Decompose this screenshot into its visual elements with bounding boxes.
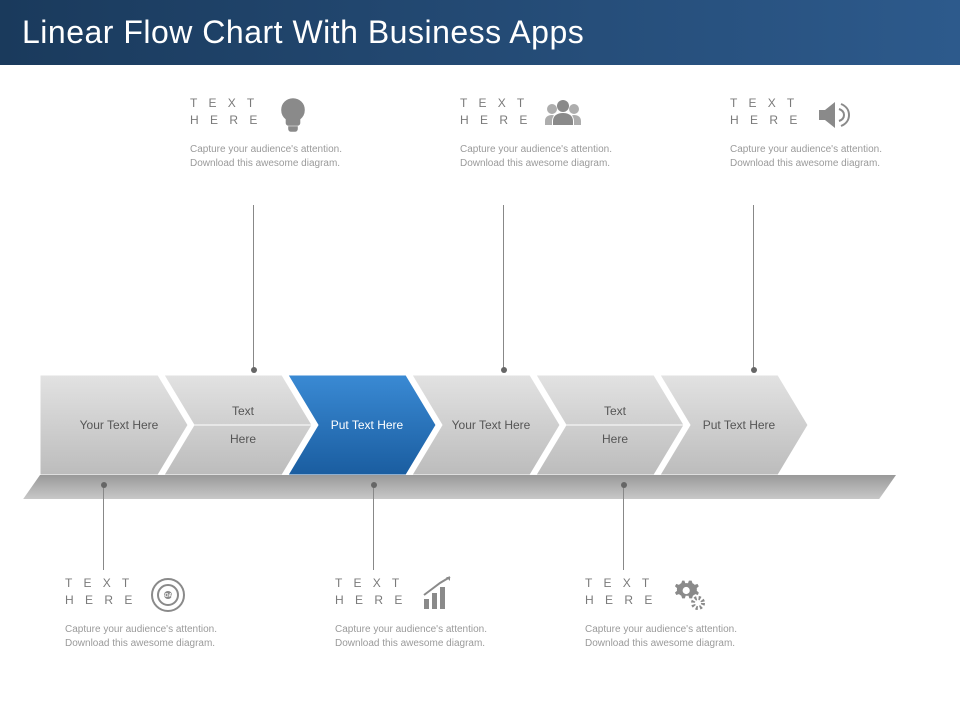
callout-desc: Capture your audience's attention. Downl… <box>730 143 915 171</box>
goal-icon: GOAL <box>148 575 188 615</box>
chevron-row: Your Text Here Text Here Put Text Here Yo… <box>40 375 920 495</box>
connector-line <box>373 485 374 570</box>
people-icon <box>543 95 583 135</box>
chart-icon <box>418 575 458 615</box>
speaker-icon <box>813 95 853 135</box>
bulb-icon <box>273 95 313 135</box>
callout-top-3: T E X T H E R E Capture your audience's … <box>730 95 915 171</box>
svg-text:GOAL: GOAL <box>161 593 175 599</box>
callout-label: H E R E <box>190 112 261 129</box>
diagram-canvas: T E X T H E R E Capture your audience's … <box>0 65 960 725</box>
callout-label: T E X T <box>460 95 531 112</box>
chevron-text: Your Text Here <box>80 418 159 432</box>
callout-label: T E X T <box>190 95 261 112</box>
callout-bottom-2: T E X T H E R E Capture your audience's … <box>335 575 520 651</box>
callout-desc: Capture your audience's attention. Downl… <box>460 143 645 171</box>
page-title: Linear Flow Chart With Business Apps <box>22 14 938 51</box>
callout-desc: Capture your audience's attention. Downl… <box>335 623 520 651</box>
gear-icon <box>668 575 708 615</box>
callout-bottom-3: T E X T H E R E Capture your audience's … <box>585 575 770 651</box>
callout-label: H E R E <box>335 592 406 609</box>
connector-line <box>753 205 754 370</box>
callout-label: T E X T <box>585 575 656 592</box>
connector-line <box>103 485 104 570</box>
chevron-text: Your Text Here <box>452 418 531 432</box>
callout-label: H E R E <box>585 592 656 609</box>
chevron-text: Put Text Here <box>331 418 403 432</box>
connector-line <box>253 205 254 370</box>
callout-label: T E X T <box>65 575 136 592</box>
connector-line <box>503 205 504 370</box>
chevron-text: Put Text Here <box>703 418 775 432</box>
connector-line <box>623 485 624 570</box>
title-bar: Linear Flow Chart With Business Apps <box>0 0 960 65</box>
chevron-text: Text <box>232 404 254 418</box>
chevron-text: Here <box>230 432 256 446</box>
callout-label: H E R E <box>460 112 531 129</box>
callout-top-2: T E X T H E R E Capture your audience's … <box>460 95 645 171</box>
chevron-text: Here <box>602 432 628 446</box>
callout-label: H E R E <box>65 592 136 609</box>
callout-desc: Capture your audience's attention. Downl… <box>65 623 250 651</box>
callout-label: T E X T <box>335 575 406 592</box>
callout-label: H E R E <box>730 112 801 129</box>
chevron-text: Text <box>604 404 626 418</box>
chevron-6: Put Text Here <box>660 375 808 475</box>
callout-desc: Capture your audience's attention. Downl… <box>585 623 770 651</box>
callout-top-1: T E X T H E R E Capture your audience's … <box>190 95 375 171</box>
callout-desc: Capture your audience's attention. Downl… <box>190 143 375 171</box>
callout-label: T E X T <box>730 95 801 112</box>
callout-bottom-1: T E X T H E R E GOAL Capture your audien… <box>65 575 250 651</box>
